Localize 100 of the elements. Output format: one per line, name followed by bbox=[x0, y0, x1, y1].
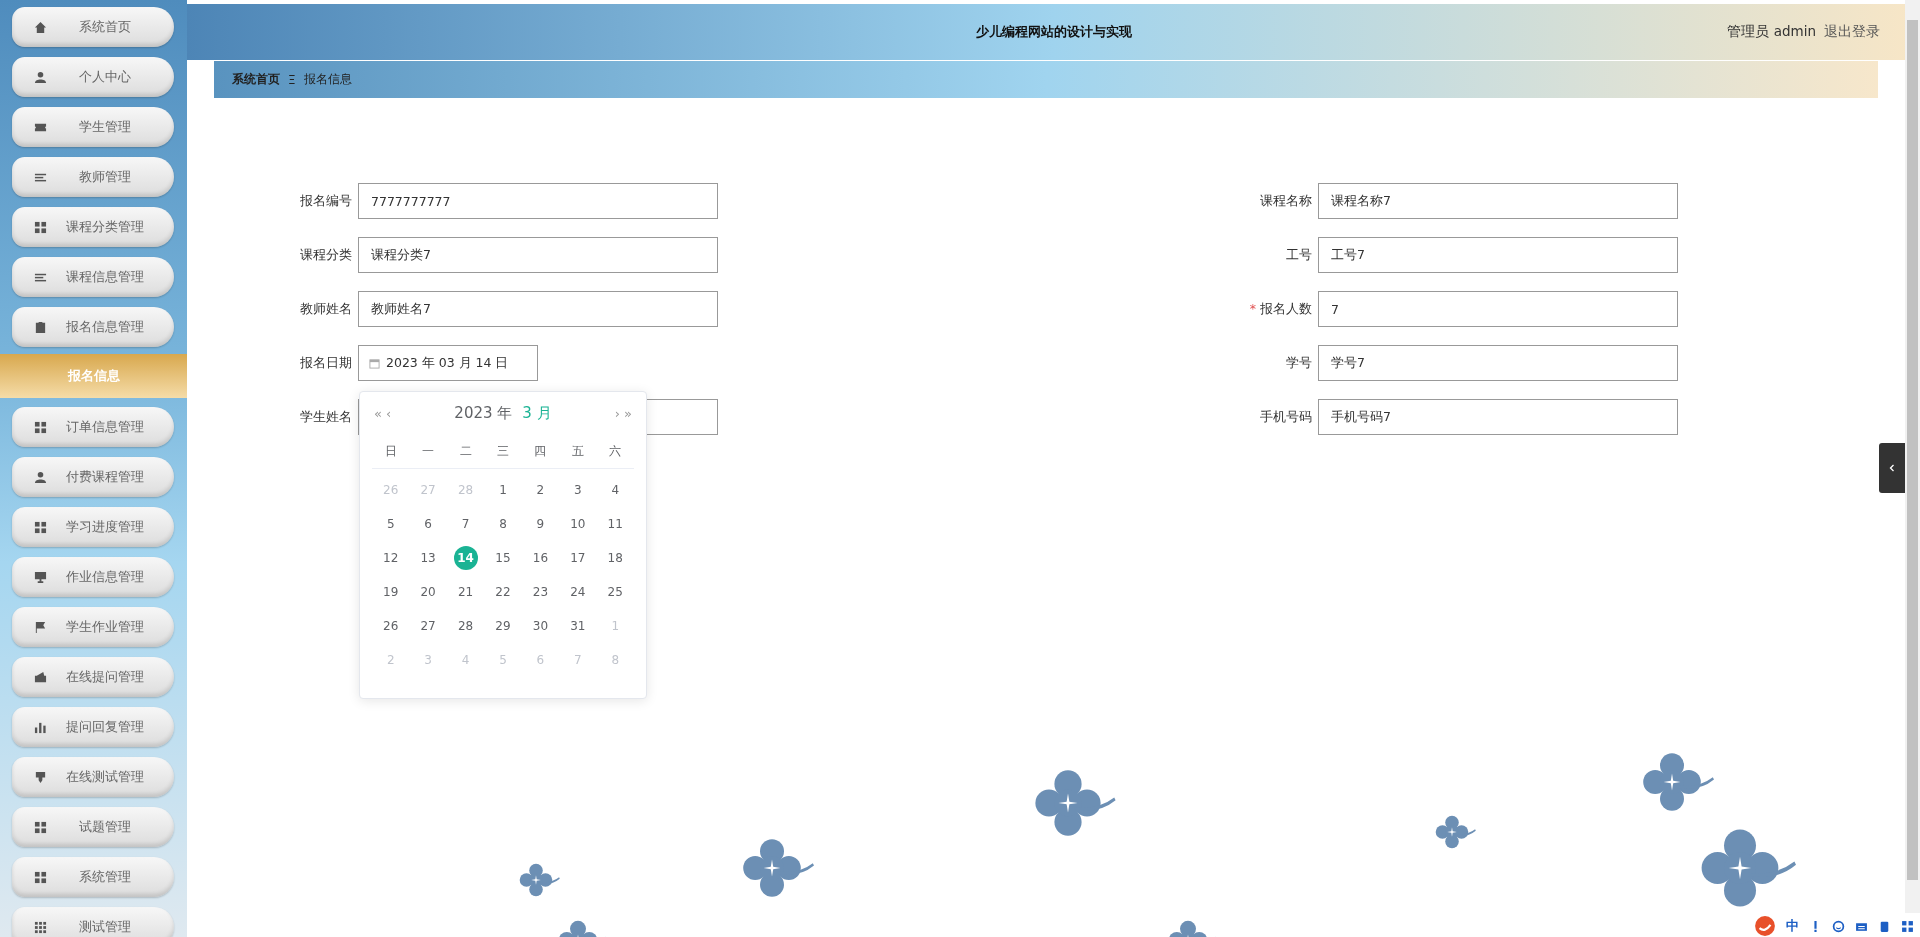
calendar-day[interactable]: 9 bbox=[528, 512, 553, 536]
menu-icon bbox=[34, 920, 47, 934]
logout-link[interactable]: 退出登录 bbox=[1824, 23, 1880, 41]
sidebar-item[interactable]: 付费课程管理 bbox=[12, 457, 174, 497]
site-title: 少儿编程网站的设计与实现 bbox=[975, 23, 1132, 41]
calendar-day[interactable]: 17 bbox=[565, 546, 590, 570]
grid-icon[interactable] bbox=[1901, 919, 1914, 933]
field-label: 工号 bbox=[1285, 246, 1312, 264]
field-label: 报名编号 bbox=[299, 192, 352, 210]
breadcrumb-current: 报名信息 bbox=[303, 71, 352, 88]
calendar-day[interactable]: 10 bbox=[565, 512, 590, 536]
menu-icon bbox=[34, 820, 47, 834]
sidebar-item[interactable]: 测试管理 bbox=[12, 907, 174, 937]
calendar-day[interactable]: 20 bbox=[416, 580, 441, 604]
text-field[interactable]: 7 bbox=[1318, 291, 1678, 327]
breadcrumb-separator: Ξ bbox=[288, 72, 296, 87]
emoji-icon[interactable] bbox=[1832, 919, 1845, 933]
calendar-day[interactable]: 22 bbox=[490, 580, 515, 604]
field-label: 学生姓名 bbox=[299, 408, 352, 426]
clipboard-icon[interactable] bbox=[1878, 919, 1891, 933]
menu-icon bbox=[34, 320, 47, 334]
calendar-day[interactable]: 25 bbox=[603, 580, 628, 604]
text-field[interactable]: 手机号码7 bbox=[1318, 399, 1678, 435]
calendar-day[interactable]: 1 bbox=[490, 478, 515, 502]
sidebar-item[interactable]: 在线提问管理 bbox=[12, 657, 174, 697]
calendar-day[interactable]: 6 bbox=[416, 512, 441, 536]
calendar-day[interactable]: 12 bbox=[378, 546, 403, 570]
weekday-label: 三 bbox=[495, 443, 510, 460]
calendar-day[interactable]: 23 bbox=[528, 580, 553, 604]
calendar-day[interactable]: 21 bbox=[453, 580, 478, 604]
menu-icon bbox=[34, 770, 47, 784]
weekday-label: 二 bbox=[458, 443, 473, 460]
calendar-day[interactable]: 4 bbox=[603, 478, 628, 502]
sidebar-item[interactable]: 提问回复管理 bbox=[12, 707, 174, 747]
sidebar-item[interactable]: 试题管理 bbox=[12, 807, 174, 847]
sidebar-item[interactable]: 学习进度管理 bbox=[12, 507, 174, 547]
field-label: 课程分类 bbox=[299, 246, 352, 264]
text-field[interactable]: 课程名称7 bbox=[1318, 183, 1678, 219]
text-field[interactable]: 7777777777 bbox=[358, 183, 718, 219]
calendar-day[interactable]: 18 bbox=[603, 546, 628, 570]
field-label: 课程名称 bbox=[1259, 192, 1312, 210]
calendar-day[interactable]: 8 bbox=[490, 512, 515, 536]
field-label: 报名日期 bbox=[299, 354, 352, 372]
sidebar-item[interactable]: 系统管理 bbox=[12, 857, 174, 897]
chevron-left-icon bbox=[1887, 463, 1897, 473]
calendar-day[interactable]: 27 bbox=[416, 614, 441, 638]
breadcrumb-link[interactable]: 系统首页 bbox=[232, 71, 280, 88]
calendar-day[interactable]: 24 bbox=[565, 580, 590, 604]
menu-icon bbox=[34, 470, 47, 484]
sidebar-item[interactable]: 学生作业管理 bbox=[12, 607, 174, 647]
menu-icon bbox=[34, 220, 47, 234]
sidebar-item[interactable]: 报名信息管理 bbox=[12, 307, 174, 347]
menu-icon bbox=[34, 20, 47, 34]
menu-icon bbox=[34, 520, 47, 534]
sidebar-item[interactable]: 在线测试管理 bbox=[12, 757, 174, 797]
text-field[interactable]: 工号7 bbox=[1318, 237, 1678, 273]
scrollbar[interactable] bbox=[1905, 0, 1920, 913]
text-field[interactable]: 教师姓名7 bbox=[358, 291, 718, 327]
menu-icon bbox=[34, 570, 47, 584]
date-field[interactable]: 2023 年 03 月 14 日 bbox=[358, 345, 538, 381]
calendar-day[interactable]: 2 bbox=[528, 478, 553, 502]
calendar-day[interactable]: 15 bbox=[490, 546, 515, 570]
sidebar-item[interactable]: 个人中心 bbox=[12, 57, 174, 97]
calendar-day[interactable]: 5 bbox=[378, 512, 403, 536]
calendar-day[interactable]: 31 bbox=[565, 614, 590, 638]
sidebar-item[interactable]: 订单信息管理 bbox=[12, 407, 174, 447]
weekday-label: 四 bbox=[533, 443, 548, 460]
calendar-day[interactable]: 11 bbox=[603, 512, 628, 536]
weekday-label: 六 bbox=[608, 443, 623, 460]
sidebar-item[interactable]: 课程信息管理 bbox=[12, 257, 174, 297]
sidebar-item[interactable]: 作业信息管理 bbox=[12, 557, 174, 597]
calendar-day[interactable]: 13 bbox=[416, 546, 441, 570]
calendar-day[interactable]: 29 bbox=[490, 614, 515, 638]
calendar-icon bbox=[369, 357, 380, 369]
calendar-day[interactable]: 7 bbox=[453, 512, 478, 536]
calendar-day[interactable]: 3 bbox=[565, 478, 590, 502]
menu-icon bbox=[34, 870, 47, 884]
text-field[interactable]: 学号7 bbox=[1318, 345, 1678, 381]
calendar-day[interactable]: 30 bbox=[528, 614, 553, 638]
calendar-day[interactable]: 28 bbox=[453, 614, 478, 638]
sidebar-item[interactable]: 课程分类管理 bbox=[12, 207, 174, 247]
calendar-day[interactable]: 26 bbox=[378, 614, 403, 638]
field-label: 手机号码 bbox=[1259, 408, 1312, 426]
ime-mode-toggle[interactable]: 中 bbox=[1786, 917, 1799, 935]
field-label: 教师姓名 bbox=[299, 300, 352, 318]
weekday-label: 日 bbox=[383, 443, 398, 460]
sidebar-item[interactable]: 教师管理 bbox=[12, 157, 174, 197]
weekday-label: 五 bbox=[570, 443, 585, 460]
menu-icon bbox=[34, 70, 47, 84]
field-label: 学号 bbox=[1285, 354, 1312, 372]
year-button[interactable]: 2023 年 bbox=[452, 403, 515, 423]
user-name: 管理员 admin bbox=[1727, 23, 1816, 41]
sidebar-item[interactable]: 系统首页 bbox=[12, 7, 174, 47]
menu-icon bbox=[34, 620, 47, 634]
text-field[interactable]: 课程分类7 bbox=[358, 237, 718, 273]
menu-icon bbox=[34, 420, 47, 434]
menu-icon bbox=[34, 670, 47, 684]
calendar-day[interactable]: 19 bbox=[378, 580, 403, 604]
sidebar-item[interactable]: 学生管理 bbox=[12, 107, 174, 147]
calendar-day[interactable]: 16 bbox=[528, 546, 553, 570]
